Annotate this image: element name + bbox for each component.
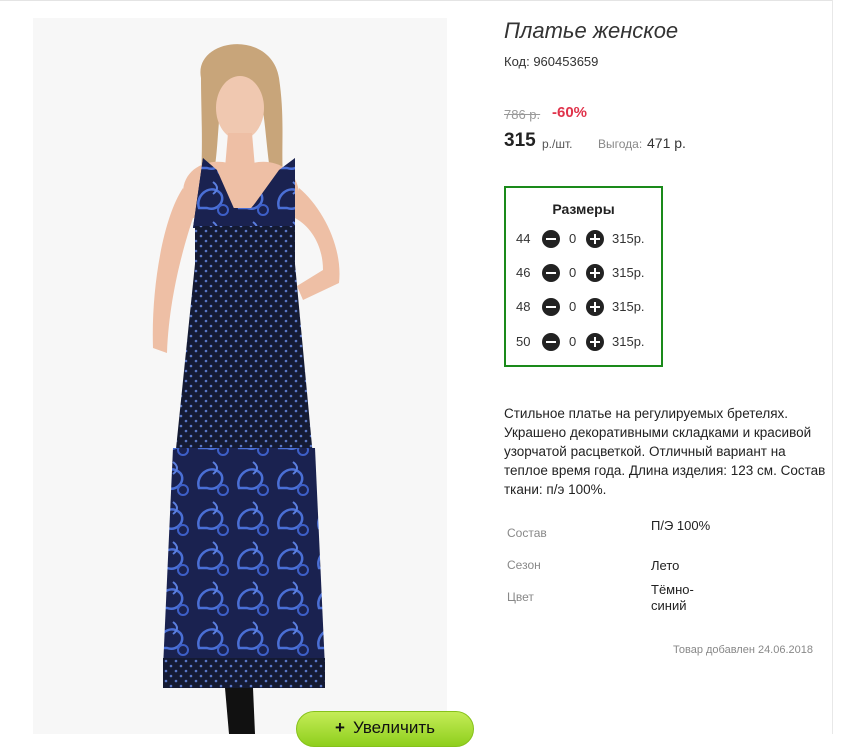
size-row: 44 0 315р.: [516, 229, 656, 249]
property-label: Состав: [507, 526, 547, 540]
current-price: 315: [504, 130, 536, 151]
size-price: 315р.: [612, 334, 645, 349]
property-value: П/Э 100%: [651, 518, 711, 533]
added-date: Товар добавлен 24.06.2018: [673, 644, 814, 656]
size-price: 315р.: [612, 265, 645, 280]
minus-icon[interactable]: [542, 264, 560, 282]
right-divider: [832, 0, 833, 734]
minus-icon[interactable]: [542, 230, 560, 248]
product-title: Платье женское: [504, 18, 679, 43]
size-number: 50: [516, 334, 531, 349]
property-value: Лето: [651, 558, 680, 573]
property-label: Цвет: [507, 590, 534, 604]
size-number: 48: [516, 299, 531, 314]
size-price: 315р.: [612, 231, 645, 246]
top-divider: [0, 0, 832, 1]
product-photo[interactable]: [33, 18, 447, 734]
size-quantity: 0: [569, 265, 577, 280]
plus-icon[interactable]: [586, 230, 604, 248]
property-label: Сезон: [507, 558, 541, 572]
saving-label: Выгода:: [598, 137, 643, 151]
product-code: Код: 960453659: [504, 54, 599, 69]
size-quantity: 0: [569, 299, 577, 314]
old-price: 786 р.: [504, 107, 541, 122]
size-quantity: 0: [569, 231, 577, 246]
size-row: 50 0 315р.: [516, 332, 656, 352]
sizes-panel: Размеры 44 0 315р. 46 0 315р. 48 0 315р.…: [504, 186, 663, 367]
plus-icon[interactable]: [586, 298, 604, 316]
dress-model-image: [33, 18, 447, 734]
price-unit: р./шт.: [542, 137, 573, 151]
size-row: 48 0 315р.: [516, 297, 656, 317]
minus-icon[interactable]: [542, 333, 560, 351]
discount-badge: -60%: [552, 104, 588, 121]
minus-icon[interactable]: [542, 298, 560, 316]
property-value: Тёмно-синий: [651, 582, 694, 613]
zoom-button-label: Увеличить: [352, 718, 435, 737]
sizes-title: Размеры: [552, 201, 615, 217]
size-number: 44: [516, 231, 531, 246]
size-quantity: 0: [569, 334, 577, 349]
plus-icon[interactable]: [586, 264, 604, 282]
size-price: 315р.: [612, 299, 645, 314]
plus-icon[interactable]: [586, 333, 604, 351]
saving-value: 471 р.: [647, 135, 686, 151]
zoom-button[interactable]: + Увеличить: [296, 711, 474, 747]
size-number: 46: [516, 265, 531, 280]
product-description: Стильное платье на регулируемых бретелях…: [504, 406, 826, 497]
size-row: 46 0 315р.: [516, 263, 656, 283]
plus-icon: +: [335, 718, 345, 737]
